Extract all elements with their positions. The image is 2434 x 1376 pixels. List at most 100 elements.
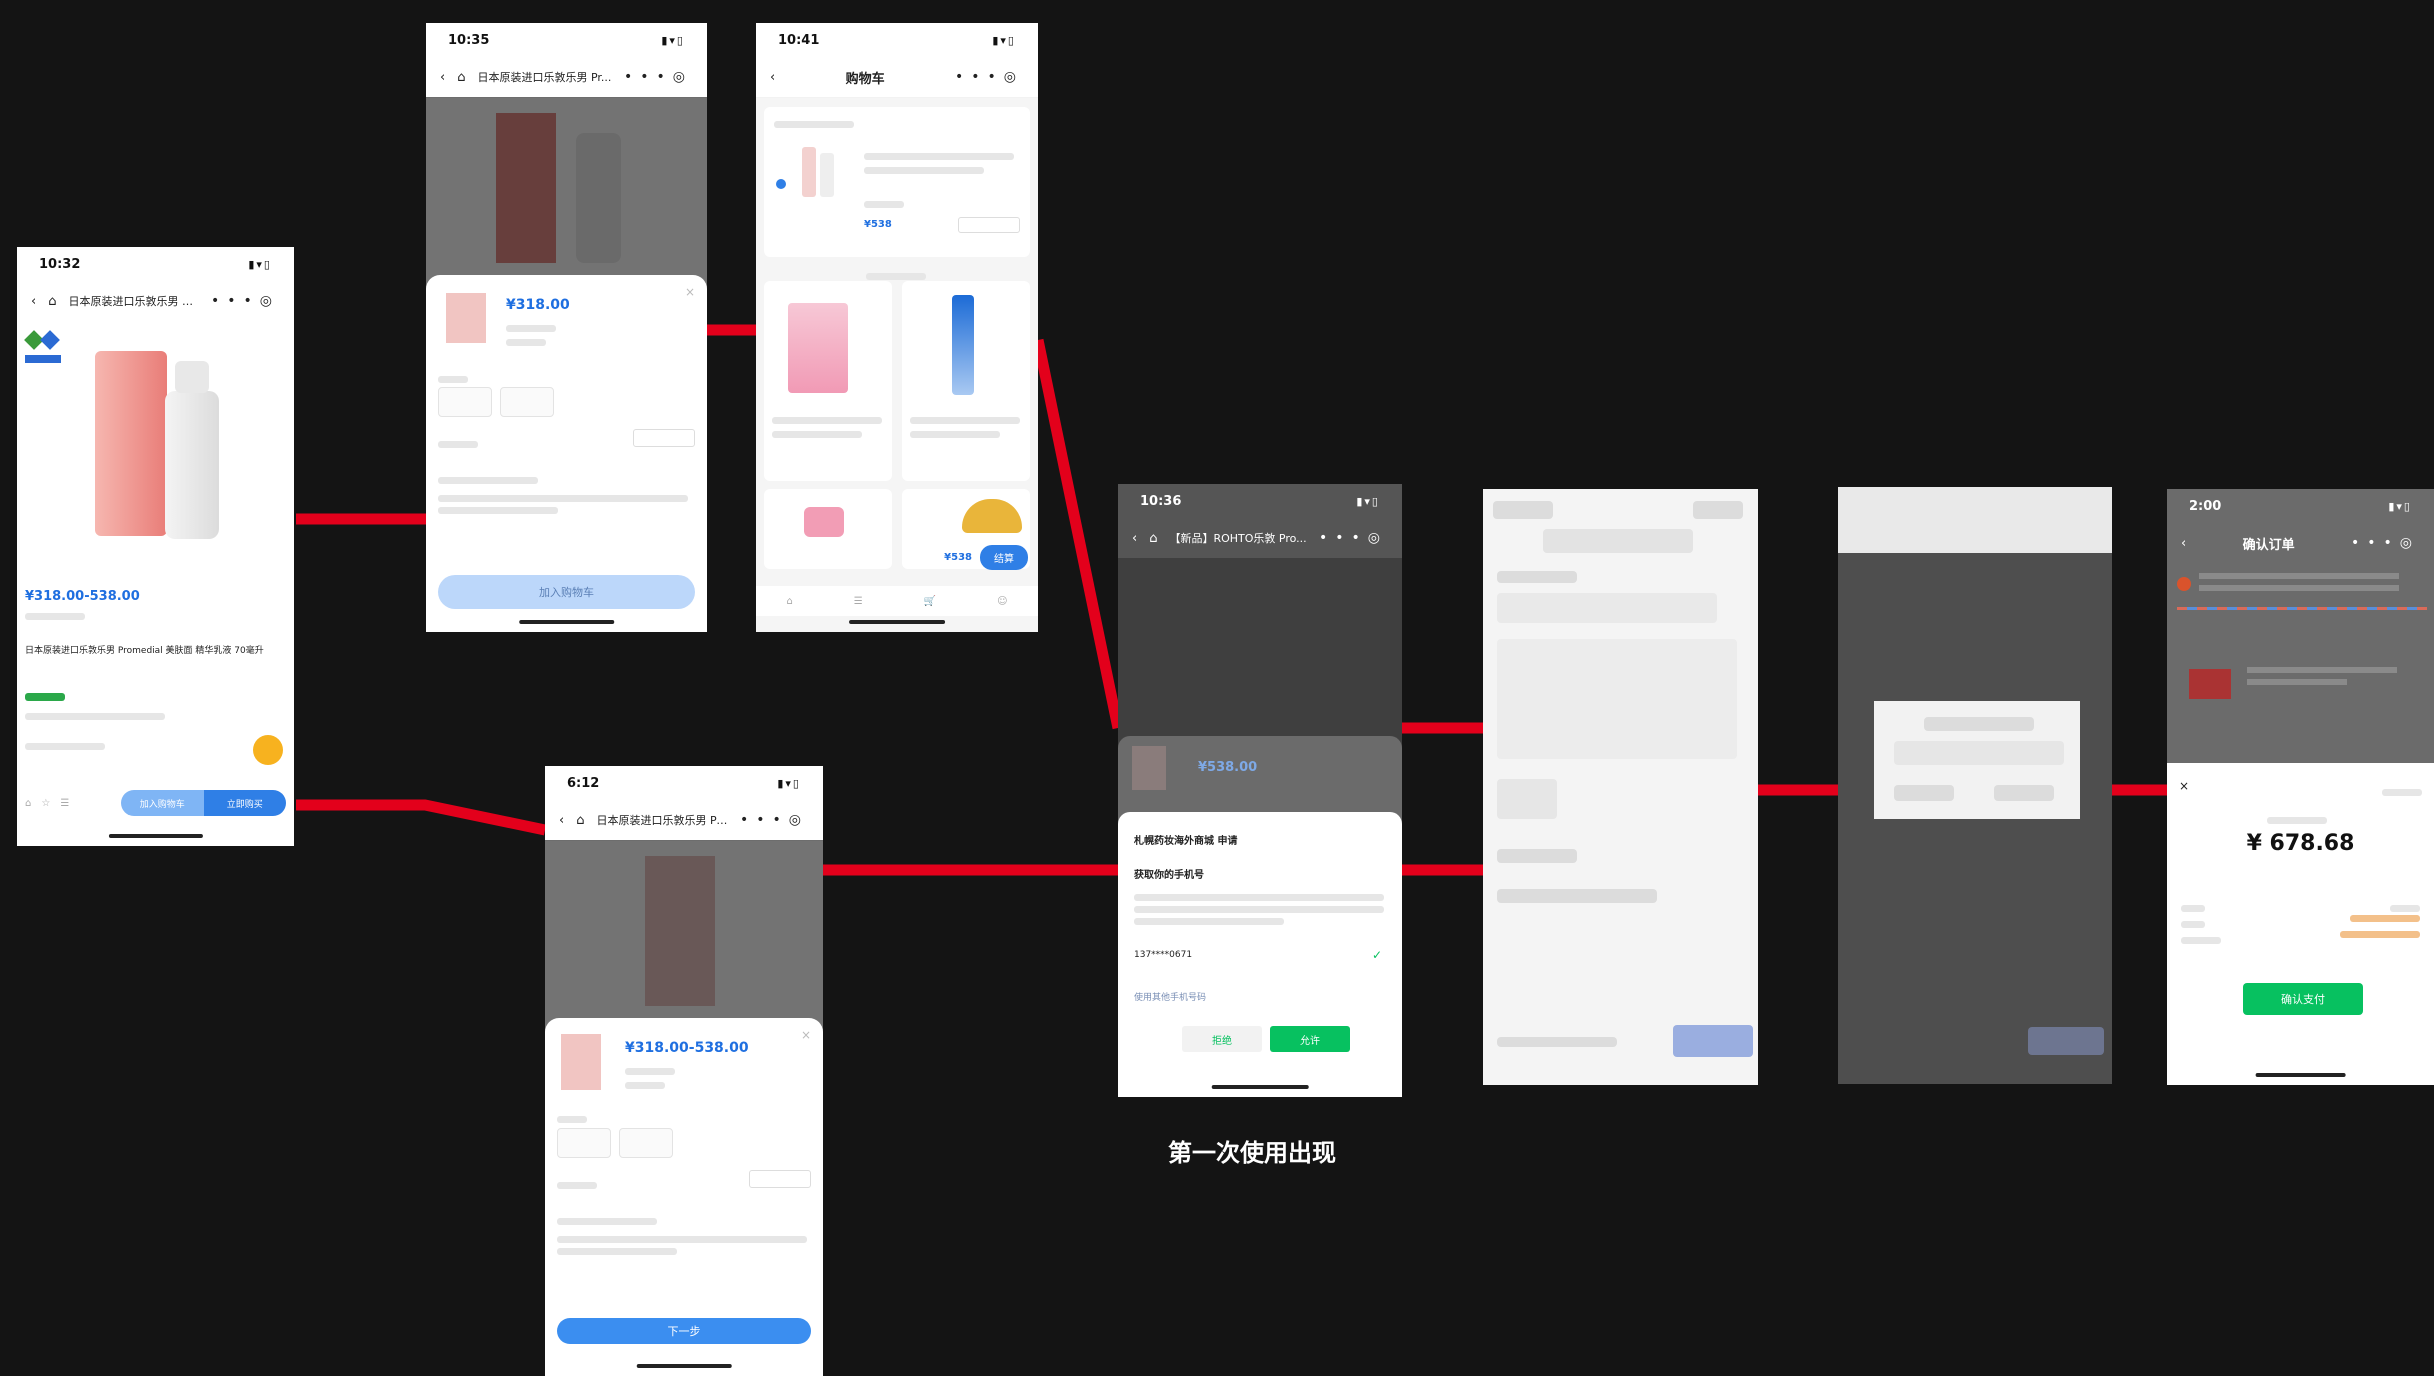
reject-button[interactable]: 拒绝	[1182, 1026, 1262, 1052]
quantity-stepper[interactable]	[958, 217, 1020, 233]
add-to-cart-button[interactable]: 加入购物车	[438, 575, 695, 609]
screen-phone-authorization: 10:36 ▮▾▯ ‹ ⌂ 【新品】ROHTO乐敦 Pro... •••◎ ¥5…	[1118, 484, 1402, 1097]
home-icon[interactable]: ⌂	[457, 70, 465, 85]
screen-buy-now-sheet: 6:12 ▮▾▯ ‹ ⌂ 日本原装进口乐敦乐男 Pr... •••◎ ¥318.…	[545, 766, 823, 1376]
status-time: 2:00	[2189, 498, 2222, 514]
screen-payment-confirm: 2:00 ▮▾▯ ‹ 确认订单 •••◎ × ¥ 678.68 确认支付	[2167, 489, 2434, 1085]
back-icon[interactable]: ‹	[2181, 536, 2186, 551]
tab-bar: ⌂ ☰ 🛒 ☺	[756, 586, 1038, 616]
nav-title: 日本原装进口乐敦乐男 Pr...	[596, 814, 728, 827]
cart-item: ¥538	[764, 107, 1030, 257]
status-bar: 10:41 ▮▾▯	[756, 23, 1038, 57]
more-icon[interactable]: •••◎	[955, 69, 1024, 85]
brand-logo	[24, 329, 61, 379]
status-bar: 10:36 ▮▾▯	[1118, 484, 1402, 518]
spec-sheet: ¥318.00-538.00 × 下一步	[545, 1018, 823, 1376]
status-bar: 10:32 ▮▾▯	[17, 247, 294, 281]
screen-add-to-cart-sheet: 10:35 ▮▾▯ ‹ ⌂ 日本原装进口乐敦乐男 Pr... •••◎ ¥318…	[426, 23, 707, 632]
back-icon[interactable]: ‹	[440, 70, 445, 85]
home-icon[interactable]: ⌂	[1149, 531, 1157, 546]
tab-category-icon[interactable]: ☰	[854, 596, 863, 607]
allow-button[interactable]: 允许	[1270, 1026, 1350, 1052]
home-indicator	[636, 1364, 732, 1368]
confirm-pay-button[interactable]: 确认支付	[2243, 983, 2363, 1015]
nav-bar: ‹ ⌂ 日本原装进口乐敦乐男 Pr... •••◎	[426, 57, 707, 98]
check-icon: ✓	[1371, 948, 1382, 962]
recommend-item	[902, 281, 1030, 481]
status-bar: 2:00 ▮▾▯	[2167, 489, 2434, 523]
screen-blurred-dialog	[1838, 487, 2112, 1084]
status-time: 10:32	[39, 256, 81, 272]
more-icon[interactable]: •••◎	[624, 69, 693, 85]
status-time: 10:35	[448, 32, 490, 48]
quantity-stepper[interactable]	[633, 429, 695, 447]
back-icon[interactable]: ‹	[559, 813, 564, 828]
price-label: ¥318.00-538.00	[25, 589, 140, 604]
home-icon[interactable]: ⌂	[48, 294, 56, 309]
status-time: 6:12	[567, 775, 600, 791]
other-number-link[interactable]: 使用其他手机号码	[1134, 990, 1206, 1003]
more-icon[interactable]: •••◎	[1319, 530, 1388, 546]
back-icon[interactable]: ‹	[1132, 531, 1137, 546]
more-icon[interactable]: •••◎	[740, 812, 809, 828]
sheet-subtitle: 获取你的手机号	[1134, 870, 1204, 881]
back-icon[interactable]: ‹	[770, 70, 775, 85]
home-indicator	[518, 620, 615, 624]
sheet-title: 札幌药妆海外商城 申请	[1134, 836, 1238, 847]
checkout-bar: ¥538 结算	[756, 537, 1038, 577]
status-bar: 10:35 ▮▾▯	[426, 23, 707, 57]
screen-blurred-form	[1483, 489, 1758, 1085]
phone-number[interactable]: 137****0671	[1134, 950, 1192, 960]
signal-icon: ▮▾▯	[2388, 499, 2412, 513]
dialog-box	[1874, 701, 2080, 819]
home-indicator	[2255, 1073, 2346, 1077]
tab-profile-icon[interactable]: ☺	[997, 596, 1007, 607]
payment-sheet: × ¥ 678.68 确认支付	[2167, 769, 2434, 1085]
tab-cart-icon[interactable]: 🛒	[924, 596, 936, 607]
home-icon[interactable]: ⌂	[576, 813, 584, 828]
order-item-image	[2189, 669, 2231, 699]
nav-title: 日本原装进口乐敦乐男 Pr...	[68, 295, 199, 308]
home-indicator	[1211, 1085, 1309, 1089]
connector-s1-s4	[296, 799, 547, 836]
home-indicator	[849, 620, 945, 624]
add-to-cart-button[interactable]: 加入购物车	[121, 790, 204, 816]
checkbox-icon[interactable]	[776, 179, 786, 189]
connector-s3-s5	[1032, 338, 1124, 730]
sheet-price: ¥318.00	[506, 297, 570, 313]
mascot-icon	[253, 735, 283, 765]
sheet-price: ¥538.00	[1198, 760, 1258, 775]
back-icon[interactable]: ‹	[31, 294, 36, 309]
location-icon	[2177, 577, 2191, 591]
screen-product-detail: 10:32 ▮▾▯ ‹ ⌂ 日本原装进口乐敦乐男 Pr... •••◎ ¥318…	[17, 247, 294, 846]
sheet-price: ¥318.00-538.00	[625, 1040, 749, 1056]
first-use-caption: 第一次使用出现	[1168, 1139, 1336, 1167]
recommend-item	[764, 281, 892, 481]
nav-bar: ‹ ⌂ 日本原装进口乐敦乐男 Pr... •••◎	[545, 800, 823, 841]
quantity-stepper[interactable]	[749, 1170, 811, 1188]
cart-item-price: ¥538	[864, 219, 892, 230]
next-step-button[interactable]: 下一步	[557, 1318, 811, 1344]
more-icon[interactable]: •••◎	[2351, 535, 2420, 551]
nav-bar: ‹ ⌂ 日本原装进口乐敦乐男 Pr... •••◎	[17, 281, 294, 322]
buy-now-button[interactable]: 立即购买	[203, 790, 286, 816]
nav-bar: ‹ 购物车 •••◎	[756, 57, 1038, 98]
product-box	[95, 351, 167, 536]
nav-bar: ‹ 确认订单 •••◎	[2167, 523, 2434, 563]
signal-icon: ▮▾▯	[992, 33, 1016, 47]
nav-title: 日本原装进口乐敦乐男 Pr...	[477, 71, 612, 84]
spec-sheet: ¥318.00 × 加入购物车	[426, 275, 707, 632]
home-indicator	[108, 834, 203, 838]
close-icon[interactable]: ×	[801, 1028, 811, 1042]
product-image	[17, 321, 294, 551]
nav-title: 确认订单	[2242, 537, 2295, 553]
checkout-total: ¥538	[944, 551, 972, 563]
close-icon[interactable]: ×	[2179, 779, 2189, 793]
product-title: 日本原装进口乐敦乐男 Promedial 美肤面 精华乳液 70毫升	[25, 646, 264, 656]
checkout-button[interactable]: 结算	[980, 544, 1028, 570]
nav-title: 【新品】ROHTO乐敦 Pro...	[1169, 532, 1307, 545]
authorization-sheet: 札幌药妆海外商城 申请 获取你的手机号 137****0671 ✓ 使用其他手机…	[1118, 812, 1402, 1097]
tab-home-icon[interactable]: ⌂	[786, 596, 792, 607]
close-icon[interactable]: ×	[685, 285, 695, 299]
more-icon[interactable]: •••◎	[211, 293, 280, 309]
